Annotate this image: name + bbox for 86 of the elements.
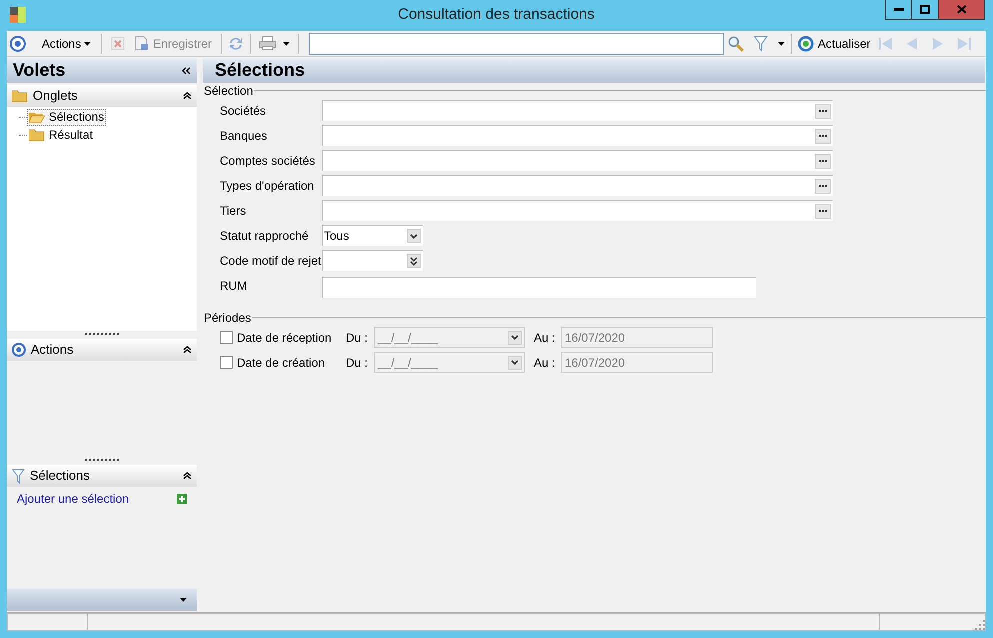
refresh-button[interactable]: Actualiser (798, 34, 871, 54)
minimize-button[interactable] (885, 0, 912, 20)
checkbox[interactable] (220, 331, 233, 344)
folder-icon (29, 128, 45, 142)
filter-icon (12, 468, 25, 484)
chevron-down-icon (510, 358, 520, 367)
date-field[interactable]: 16/07/2020 (561, 327, 713, 348)
target-icon (12, 343, 26, 357)
close-button[interactable] (939, 0, 985, 20)
window-title: Consultation des transactions (398, 6, 595, 24)
filter-icon[interactable] (754, 36, 768, 52)
dropdown-button[interactable] (407, 229, 421, 243)
splitter-handle[interactable] (85, 459, 119, 463)
app-icon (10, 7, 26, 23)
caret-icon[interactable] (778, 42, 786, 46)
field-label: Au : (533, 330, 556, 346)
group-title: Périodes (204, 310, 252, 326)
field-label: Du : (346, 354, 370, 372)
content-title: Sélections (215, 59, 306, 82)
section-header[interactable]: Actions (7, 339, 197, 361)
target-icon[interactable] (10, 36, 26, 52)
lookup-field[interactable] (322, 200, 833, 221)
section-header[interactable]: Onglets (7, 85, 197, 107)
lookup-field[interactable] (322, 175, 833, 196)
checkbox-label: Date de création (236, 354, 326, 372)
section-header[interactable]: Sélections (7, 465, 197, 487)
dropdown-button[interactable] (508, 330, 522, 344)
search-field[interactable] (309, 32, 724, 54)
printer-icon (259, 36, 278, 51)
date-field[interactable]: __/__/____ (374, 327, 525, 348)
dropdown-field[interactable] (322, 250, 423, 271)
folder-icon (12, 90, 28, 102)
browse-button[interactable] (815, 104, 831, 118)
maximize-icon (920, 5, 930, 14)
double-chevron-down-icon (409, 256, 419, 266)
add-selection-link[interactable]: Ajouter une sélection (17, 490, 130, 508)
checkbox-label: Date de réception (236, 330, 333, 346)
minimize-icon (894, 8, 904, 12)
collapse-icon[interactable] (183, 472, 192, 480)
chevron-down-icon (409, 232, 419, 240)
browse-button[interactable] (815, 178, 831, 194)
field-label: Comptes sociétés (220, 152, 316, 170)
field-label: Code motif de rejet (220, 252, 322, 270)
field-label: Du : (346, 330, 370, 346)
collapse-left-icon[interactable] (182, 66, 191, 74)
resize-grip-icon[interactable] (975, 620, 985, 630)
actions-menu[interactable]: Actions (38, 34, 96, 54)
date-field[interactable]: 16/07/2020 (561, 352, 713, 373)
field-label: Tiers (220, 202, 248, 220)
refresh-icon (798, 36, 814, 52)
text-field[interactable] (322, 277, 756, 298)
field-label: RUM (220, 278, 248, 294)
field-label: Banques (220, 128, 268, 144)
browse-button[interactable] (815, 204, 831, 218)
dropdown-button[interactable] (407, 254, 421, 268)
search-icon[interactable] (728, 36, 744, 52)
lookup-field[interactable] (322, 150, 833, 171)
close-icon (956, 5, 966, 14)
browse-button[interactable] (815, 128, 831, 144)
field-label: Types d'opération (220, 178, 316, 194)
dropdown-button[interactable] (508, 356, 522, 370)
field-label: Sociétés (220, 102, 268, 120)
document-icon (135, 36, 150, 51)
field-label: Statut rapproché (220, 228, 310, 244)
field-label: Au : (533, 354, 556, 372)
group-title: Sélection (204, 82, 254, 100)
add-icon[interactable] (177, 494, 187, 504)
caret-icon[interactable] (180, 598, 187, 602)
lookup-field[interactable] (322, 125, 833, 146)
caret-icon (283, 42, 290, 46)
browse-button[interactable] (815, 154, 831, 168)
tree-item[interactable]: Sélections (27, 108, 106, 126)
tree-item[interactable]: Résultat (27, 126, 96, 144)
splitter-handle[interactable] (85, 333, 119, 337)
print-button[interactable] (257, 34, 292, 54)
chevron-down-icon (510, 333, 520, 342)
delete-icon (111, 36, 126, 50)
collapse-icon[interactable] (183, 92, 192, 100)
date-field[interactable]: __/__/____ (374, 352, 525, 373)
collapse-icon[interactable] (183, 346, 192, 354)
panel-title: Volets (13, 59, 66, 82)
checkbox[interactable] (220, 356, 233, 369)
dropdown-field[interactable]: Tous (322, 225, 423, 246)
caret-icon (84, 42, 92, 46)
lookup-field[interactable] (322, 100, 833, 121)
open-folder-icon (29, 110, 45, 124)
